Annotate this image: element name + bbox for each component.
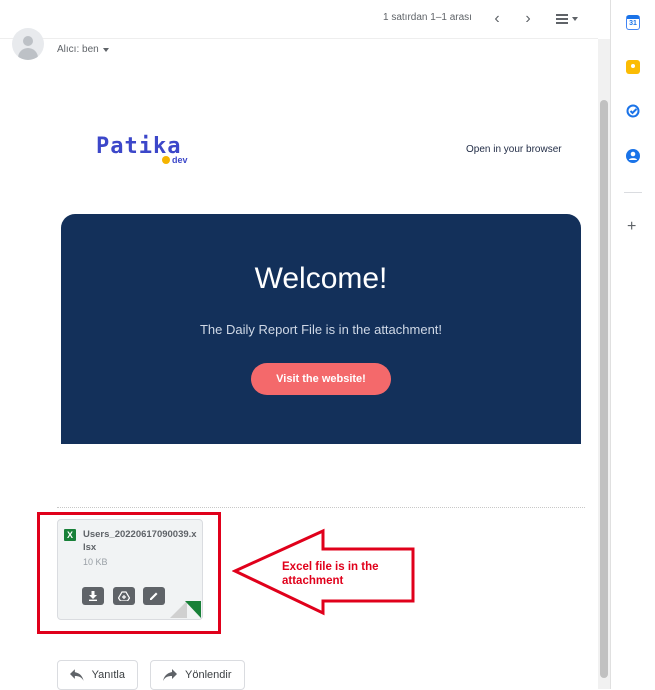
- menu-button[interactable]: [551, 9, 583, 29]
- logo-subtitle: dev: [162, 155, 188, 165]
- visit-website-button[interactable]: Visit the website!: [251, 363, 391, 395]
- caret-down-icon: [572, 17, 578, 21]
- annotation-highlight-box: [37, 512, 221, 634]
- header-divider: [0, 38, 598, 39]
- calendar-icon[interactable]: 31: [626, 15, 640, 30]
- hero-heading: Welcome!: [254, 262, 388, 295]
- attachments-divider: [57, 507, 585, 508]
- forward-label: Yönlendir: [185, 669, 232, 681]
- pager-text: 1 satırdan 1–1 arası: [383, 12, 472, 23]
- logo-dot-icon: [162, 156, 170, 164]
- forward-button[interactable]: Yönlendir: [150, 660, 245, 690]
- reply-icon: [70, 669, 84, 681]
- open-in-browser-link[interactable]: Open in your browser: [466, 144, 562, 155]
- hero-subtitle: The Daily Report File is in the attachme…: [199, 322, 443, 337]
- reply-button[interactable]: Yanıtla: [57, 660, 138, 690]
- recipient-label: Alıcı: ben: [57, 44, 99, 55]
- tasks-icon[interactable]: [626, 104, 640, 118]
- forward-icon: [163, 669, 177, 681]
- menu-lines-icon: [556, 14, 568, 24]
- chevron-right-icon[interactable]: ›: [517, 8, 539, 30]
- side-panel-divider: [624, 192, 642, 193]
- caret-down-icon[interactable]: [102, 47, 109, 52]
- reply-label: Yanıtla: [91, 669, 125, 681]
- contacts-icon[interactable]: [626, 149, 640, 163]
- calendar-day: 31: [629, 20, 637, 27]
- add-icon[interactable]: +: [627, 219, 636, 235]
- annotation-text: Excel file is in the attachment: [282, 561, 379, 587]
- keep-icon[interactable]: [626, 60, 640, 74]
- avatar[interactable]: [12, 28, 44, 60]
- chevron-left-icon[interactable]: ‹: [486, 8, 508, 30]
- logo-sub-text: dev: [172, 155, 188, 165]
- recipient-line[interactable]: Alıcı: ben: [57, 44, 109, 55]
- scrollbar-thumb[interactable]: [600, 100, 608, 678]
